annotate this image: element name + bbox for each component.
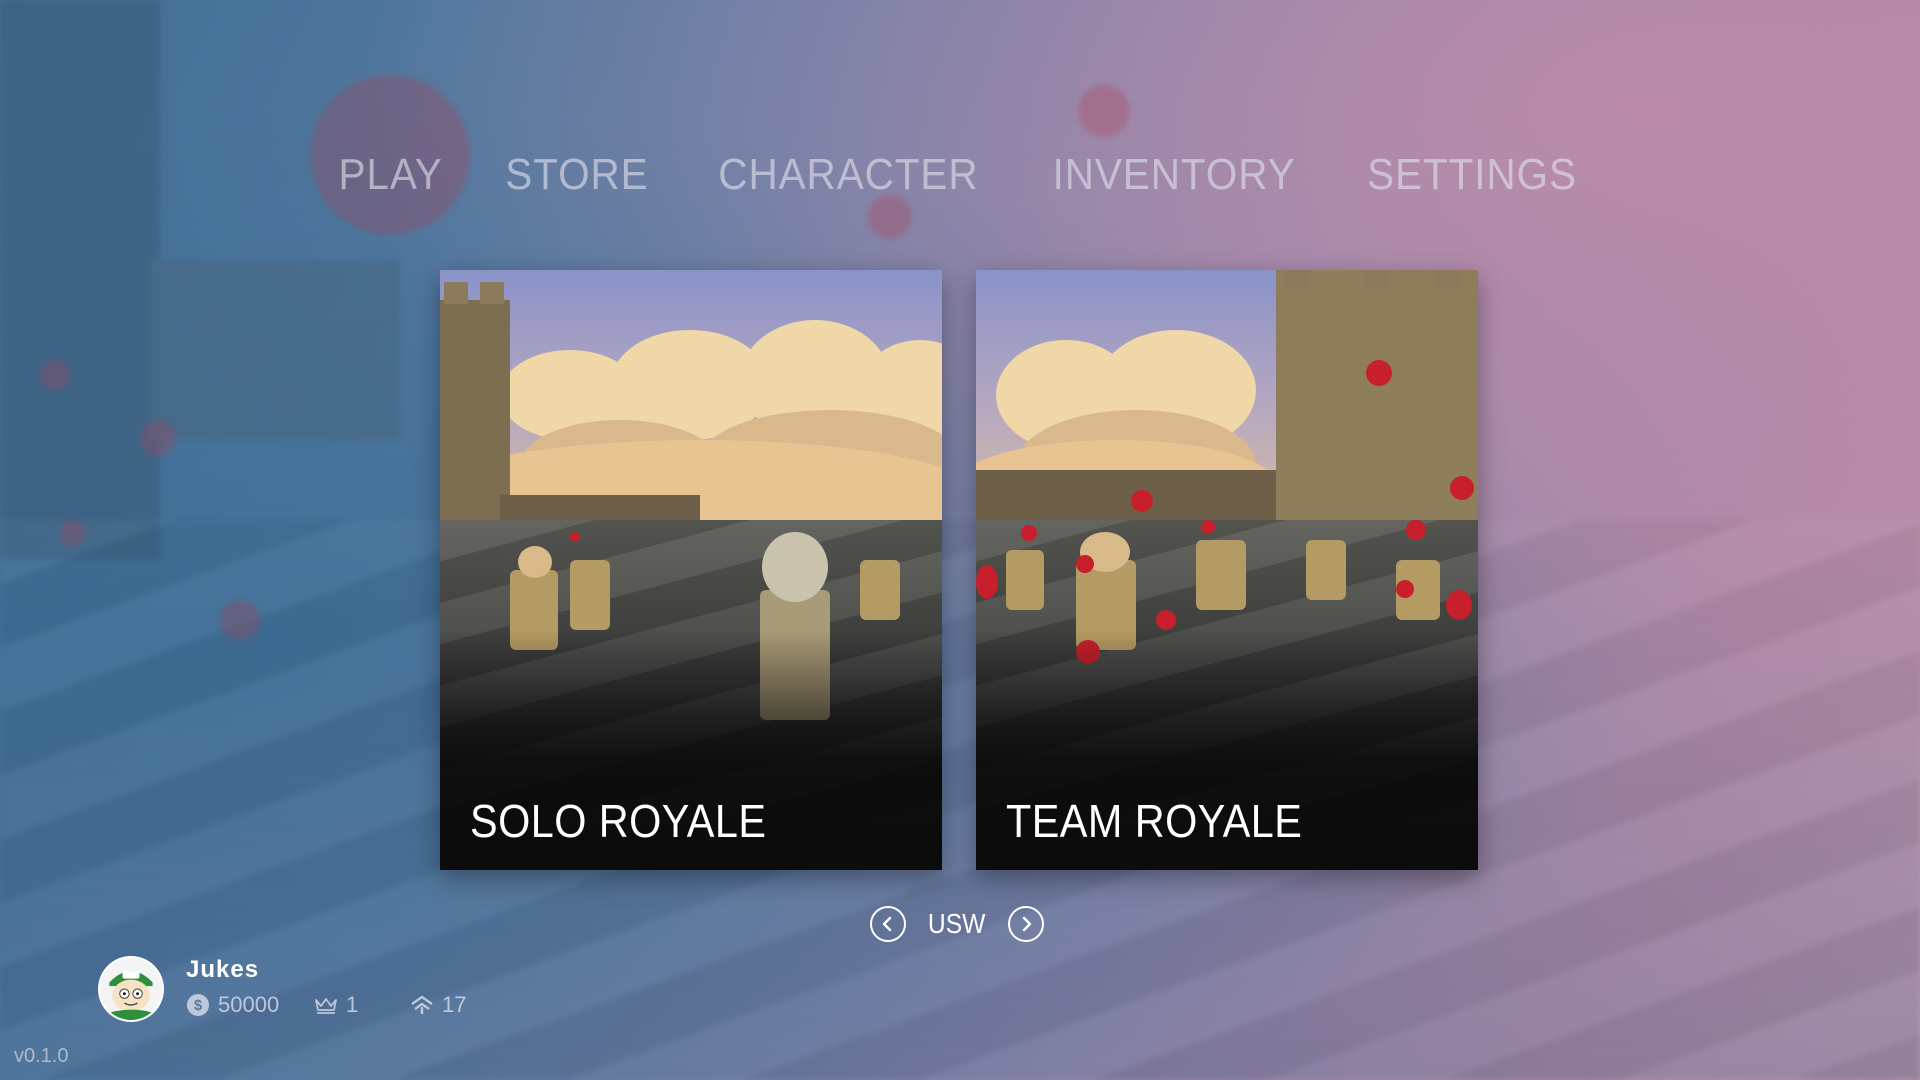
team-royale-card[interactable]: TEAM ROYALE	[976, 270, 1478, 870]
chevron-right-circle-icon[interactable]	[1007, 906, 1044, 942]
chevron-left-circle-icon[interactable]	[870, 906, 906, 942]
player-name: Jukes	[186, 956, 260, 983]
coins-stat: $ 50000	[186, 992, 279, 1018]
main-menu-screen: PLAY STORE CHARACTER INVENTORY SETTINGS	[0, 0, 1920, 1080]
version-label: v0.1.0	[14, 1045, 69, 1067]
crown-icon	[315, 998, 337, 1014]
nav-play[interactable]: PLAY	[339, 150, 443, 200]
rank-stat: 17	[410, 992, 466, 1018]
region-selector: USW	[870, 904, 1044, 944]
nav-settings[interactable]: SETTINGS	[1367, 150, 1577, 200]
coin-dollar-icon: $	[187, 994, 209, 1016]
svg-text:$: $	[194, 997, 203, 1014]
coins-value: 50000	[218, 992, 280, 1017]
rank-value: 17	[442, 992, 467, 1017]
crowns-value: 1	[346, 992, 359, 1017]
avatar[interactable]	[98, 956, 164, 1022]
solo-royale-card[interactable]: SOLO ROYALE	[440, 270, 942, 870]
nav-character[interactable]: CHARACTER	[718, 150, 978, 200]
crowns-stat: 1	[314, 992, 358, 1018]
nav-store[interactable]: STORE	[505, 150, 648, 200]
region-label: USW	[928, 908, 986, 939]
solo-royale-title: SOLO ROYALE	[470, 795, 767, 847]
top-navigation: PLAY STORE CHARACTER INVENTORY SETTINGS	[0, 150, 1920, 200]
nav-inventory[interactable]: INVENTORY	[1052, 150, 1295, 200]
player-profile: Jukes $ 50000 1 17	[98, 956, 518, 1026]
team-royale-title: TEAM ROYALE	[1006, 795, 1303, 847]
rank-chevron-icon	[411, 995, 433, 1014]
